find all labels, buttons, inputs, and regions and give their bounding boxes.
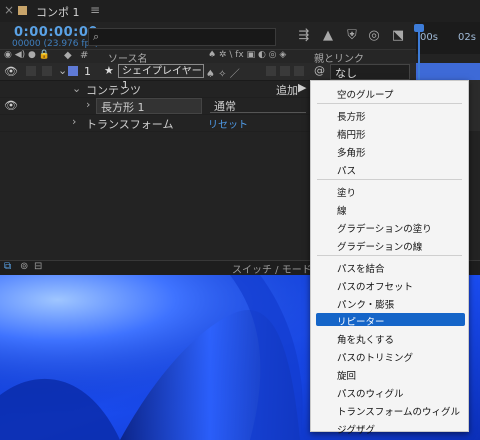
label-column-icon: ◆ [64, 50, 72, 61]
search-icon: ⌕ [93, 30, 100, 43]
contents-label: コンテンツ [86, 84, 141, 97]
shy-layers-icon[interactable]: ⛨ [344, 28, 360, 44]
tab-title[interactable]: コンポ 1 [36, 4, 80, 20]
menu-item[interactable]: 長方形 [337, 109, 366, 123]
comp-flowchart-icon[interactable]: ⇶ [296, 28, 312, 44]
rect-eye-icon[interactable]: 👁 [4, 99, 18, 112]
menu-item[interactable]: パスのオフセット [337, 279, 413, 293]
contents-chevron-down-icon[interactable]: ⌄ [72, 82, 81, 95]
layer-duration-bar[interactable] [416, 63, 480, 80]
tab-menu-icon[interactable]: ≡ [90, 3, 100, 17]
playhead-handle[interactable] [414, 24, 424, 32]
menu-separator [317, 179, 462, 180]
timecode[interactable]: 0:00:00:00 [14, 25, 98, 40]
av-switch-icons: ◉ ◀) ● 🔒 [4, 50, 50, 60]
transfer-controls-icon[interactable]: ⊚ [20, 261, 28, 272]
lock-toggle[interactable] [42, 66, 52, 76]
add-context-menu: 空のグループ 長方形楕円形多角形パス塗り線グラデーションの塗り グラデーションの線パ… [310, 80, 469, 436]
menu-item[interactable]: パスのウィグル [337, 386, 404, 400]
close-tab-icon[interactable]: × [4, 3, 14, 17]
composition-icon [18, 6, 27, 15]
switch-box-3[interactable] [294, 66, 304, 76]
layer-name-field[interactable]: シェイプレイヤー 1 [118, 64, 204, 91]
menu-item[interactable]: 空のグループ [337, 87, 393, 101]
blend-mode-dropdown[interactable]: 通常 [210, 98, 306, 113]
blend-mode-value: 通常 [214, 100, 236, 113]
layer-switches-toggle-icon[interactable]: ⧉ [4, 261, 11, 272]
motion-blur-icon[interactable]: ◎ [366, 28, 382, 44]
add-label[interactable]: 追加 [276, 82, 298, 98]
add-play-icon[interactable]: ▶ [298, 81, 306, 94]
ruler-label-0: 00s [420, 32, 438, 43]
menu-item[interactable]: トランスフォームのウィグル [337, 404, 460, 418]
layer-switches-icons[interactable]: ♠ ✧ ／ [206, 65, 240, 80]
number-column-header: # [80, 50, 89, 61]
rect-chevron-right-icon[interactable]: › [86, 98, 90, 111]
menu-item[interactable]: 楕円形 [337, 127, 366, 141]
switch-mode-toggle[interactable]: スイッチ / モード [232, 261, 312, 276]
parent-pickwhip-icon[interactable]: @ [314, 64, 325, 77]
search-input[interactable]: ⌕ [88, 28, 276, 46]
menu-item[interactable]: 角を丸くする [337, 332, 394, 346]
graph-editor-icon[interactable]: ⬔ [390, 28, 406, 44]
ruler-label-1: 02s [458, 32, 476, 43]
transform-chevron-right-icon[interactable]: › [72, 115, 76, 128]
menu-item[interactable]: ジグザグ [337, 422, 375, 436]
layer-number: 1 [84, 65, 91, 78]
parent-value: なし [335, 67, 357, 80]
menu-item[interactable]: 多角形 [337, 145, 366, 159]
label-color-swatch[interactable] [68, 66, 78, 76]
menu-item[interactable]: パスを結合 [337, 261, 385, 275]
shape-layer-star-icon: ★ [104, 64, 114, 77]
menu-item[interactable]: グラデーションの線 [337, 239, 422, 253]
layer-chevron-down-icon[interactable]: ⌄ [58, 64, 67, 77]
menu-item[interactable]: 塗り [337, 185, 356, 199]
menu-item[interactable]: パンク・膨張 [337, 297, 394, 311]
rect-name-box[interactable]: 長方形 1 [96, 98, 202, 114]
menu-item[interactable]: リピーター [337, 314, 385, 328]
switch-box-2[interactable] [280, 66, 290, 76]
eye-icon[interactable]: 👁 [4, 65, 18, 78]
menu-item[interactable]: パス [337, 163, 356, 177]
menu-item[interactable]: 旋回 [337, 368, 356, 382]
timing-pane-icon[interactable]: ⊟ [34, 261, 42, 272]
frame-info: 00000 (23.976 fps) [12, 39, 99, 49]
menu-item[interactable]: パスのトリミング [337, 350, 413, 364]
layer-row[interactable]: 👁 ⌄ 1 ★ ♠ ✧ ／ @ なし [0, 63, 416, 81]
menu-separator [317, 103, 462, 104]
draft-3d-icon[interactable]: ▲ [320, 28, 336, 44]
parent-dropdown[interactable]: なし [330, 64, 410, 80]
transform-label: トランスフォーム [86, 118, 174, 131]
menu-separator [317, 255, 462, 256]
tab-bar: × コンポ 1 ≡ [0, 0, 480, 23]
switches-header-icons: ♠ ✲ \ fx ▣ ◐ ◎ ◈ [208, 50, 287, 60]
rect-label: 長方形 1 [101, 101, 145, 114]
solo-toggle[interactable] [26, 66, 36, 76]
switch-box-1[interactable] [266, 66, 276, 76]
menu-item[interactable]: グラデーションの塗り [337, 221, 432, 235]
menu-item[interactable]: 線 [337, 203, 347, 217]
reset-link[interactable]: リセット [208, 116, 248, 131]
